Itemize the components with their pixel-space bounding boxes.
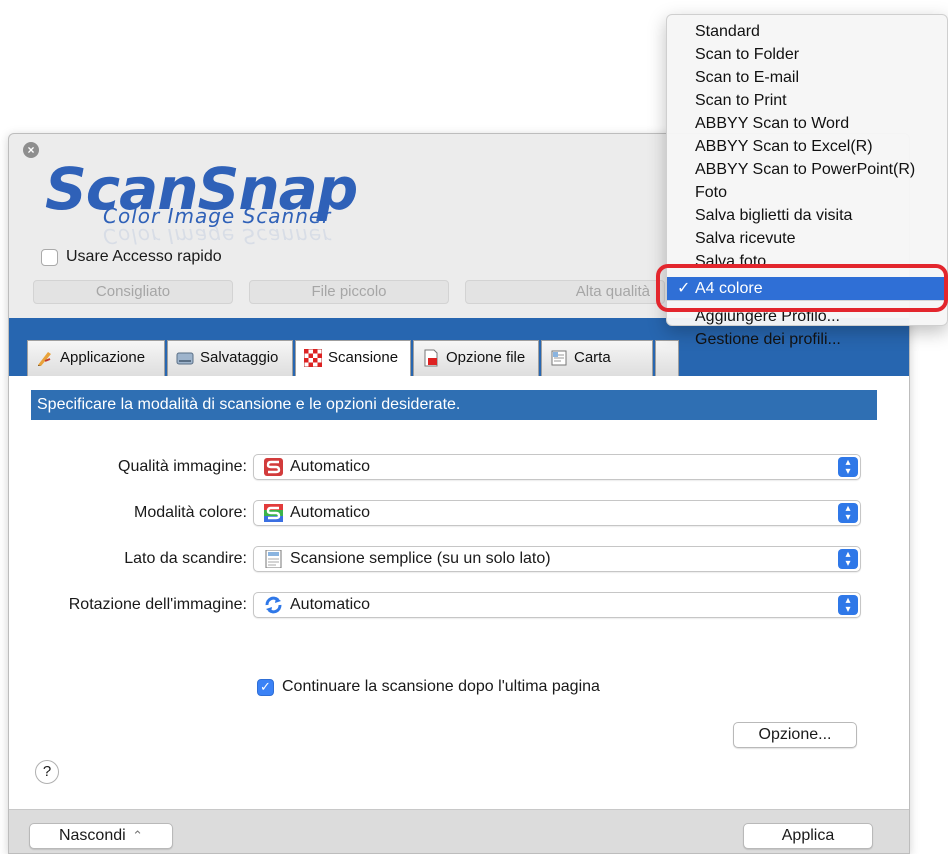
updown-chevron-icon: ▴ ▾ (838, 457, 858, 477)
menu-item-scan-to-folder[interactable]: Scan to Folder (667, 43, 947, 66)
color-mode-icon (264, 504, 283, 522)
menu-item-manage-profiles[interactable]: Gestione dei profili... (667, 328, 947, 351)
preset-small-file-button[interactable]: File piccolo (249, 280, 449, 304)
paper-icon (551, 350, 567, 366)
image-quality-select[interactable]: Automatico ▴ ▾ (253, 454, 861, 480)
red-highlight-annotation (656, 264, 948, 312)
select-value: Automatico (290, 504, 371, 521)
tab-scansione[interactable]: Scansione (295, 340, 411, 378)
tab-label: Carta (574, 349, 611, 366)
updown-chevron-icon: ▴ ▾ (838, 595, 858, 615)
menu-item-scan-to-email[interactable]: Scan to E-mail (667, 66, 947, 89)
tab-carta[interactable]: Carta (541, 340, 653, 376)
tab-applicazione[interactable]: Applicazione (27, 340, 165, 376)
preset-high-quality-button[interactable]: Alta qualità (465, 280, 665, 304)
scan-quality-icon (264, 458, 283, 476)
menu-item-scan-to-print[interactable]: Scan to Print (667, 89, 947, 112)
checker-icon (304, 349, 322, 367)
tab-label: Scansione (328, 349, 399, 366)
image-quality-label: Qualità immagine: (118, 458, 247, 475)
single-side-icon (265, 550, 282, 568)
pencil-icon (38, 352, 51, 366)
preset-recommended-button[interactable]: Consigliato (33, 280, 233, 304)
tab-label: Opzione file (446, 349, 526, 366)
color-mode-select[interactable]: Automatico ▴ ▾ (253, 500, 861, 526)
updown-chevron-icon: ▴ ▾ (838, 549, 858, 569)
select-value: Scansione semplice (su un solo lato) (290, 550, 551, 567)
rotation-icon (265, 596, 282, 614)
updown-chevron-icon: ▴ ▾ (838, 503, 858, 523)
quick-access-checkbox-row[interactable]: Usare Accesso rapido (41, 248, 222, 266)
tab-opzione-file[interactable]: Opzione file (413, 340, 539, 376)
continue-scanning-checkbox[interactable]: ✓ (257, 678, 274, 696)
chevron-up-icon: ⌃ (132, 828, 144, 843)
menu-item-abbyy-powerpoint[interactable]: ABBYY Scan to PowerPoint(R) (667, 158, 947, 181)
scan-side-select[interactable]: Scansione semplice (su un solo lato) ▴ ▾ (253, 546, 861, 572)
drive-icon (176, 352, 194, 365)
menu-item-foto[interactable]: Foto (667, 181, 947, 204)
menu-item-business-cards[interactable]: Salva biglietti da visita (667, 204, 947, 227)
select-value: Automatico (290, 458, 371, 475)
continue-scanning-label: Continuare la scansione dopo l'ultima pa… (282, 678, 600, 695)
tab-salvataggio[interactable]: Salvataggio (167, 340, 293, 376)
color-mode-label: Modalità colore: (134, 504, 247, 521)
logo-reflection: Color Image Scanner (103, 224, 332, 248)
quick-access-label: Usare Accesso rapido (66, 248, 222, 265)
hide-button[interactable]: Nascondi ⌃ (29, 823, 173, 849)
tab-label: Applicazione (60, 349, 146, 366)
menu-item-standard[interactable]: Standard (667, 20, 947, 43)
close-button[interactable]: × (23, 142, 39, 158)
quick-access-checkbox[interactable] (41, 248, 58, 266)
continue-scanning-row[interactable]: ✓ Continuare la scansione dopo l'ultima … (257, 678, 600, 696)
help-button[interactable]: ? (35, 760, 59, 784)
image-rotation-select[interactable]: Automatico ▴ ▾ (253, 592, 861, 618)
image-rotation-label: Rotazione dell'immagine: (68, 596, 247, 613)
document-icon (424, 349, 438, 367)
menu-item-abbyy-word[interactable]: ABBYY Scan to Word (667, 112, 947, 135)
menu-item-abbyy-excel[interactable]: ABBYY Scan to Excel(R) (667, 135, 947, 158)
apply-button[interactable]: Applica (743, 823, 873, 849)
tab-label: Salvataggio (200, 349, 279, 366)
hide-button-label: Nascondi (58, 827, 126, 844)
bottom-bar: Nascondi ⌃ Applica (9, 809, 909, 853)
option-button[interactable]: Opzione... (733, 722, 857, 748)
scansnap-logo: ScanSnap Color Image Scanner Color Image… (45, 154, 425, 248)
instruction-banner: Specificare la modalità di scansione e l… (31, 390, 877, 420)
scan-settings-panel: Specificare la modalità di scansione e l… (9, 376, 909, 809)
select-value: Automatico (290, 596, 371, 613)
menu-item-receipts[interactable]: Salva ricevute (667, 227, 947, 250)
scan-side-label: Lato da scandire: (124, 550, 247, 567)
